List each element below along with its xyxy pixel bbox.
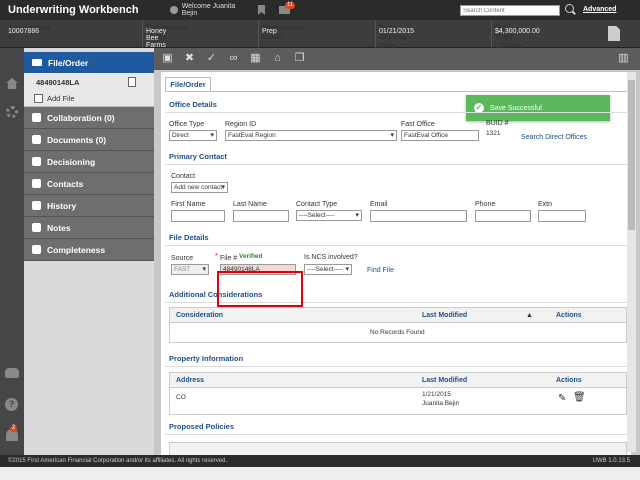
shield-check-icon[interactable]: ✓ [206,53,217,64]
office-details-heading: Office Details [169,100,217,109]
save-successful-toast: ✓ Save Successful [466,95,610,121]
gavel-icon [32,157,41,166]
policies-table [169,442,627,455]
phone-input[interactable] [475,210,531,222]
welcome-user[interactable]: Welcome Juanita Bejin [170,3,250,17]
footer: ©2015 First American Financial Corporati… [0,455,640,467]
folder-icon [32,59,42,66]
buid-value: 1321 [486,130,501,137]
link-icon[interactable]: ∞ [228,53,239,64]
trash-icon[interactable]: 🗑 [573,392,586,403]
no-records-text: No Records Found [370,329,425,336]
transaction-header: Transaction ID 10007886 Transaction Name… [0,20,640,50]
sidebar-item-contacts[interactable]: Contacts [24,173,154,195]
left-rail: ? 2 [0,48,24,455]
contacts-icon [32,179,41,188]
first-name-input[interactable] [171,210,225,222]
save-icon[interactable]: ▣ [162,53,173,64]
gear-icon[interactable] [6,106,18,118]
search-icon[interactable] [565,4,574,13]
pencil-icon[interactable]: ✎ [558,393,566,404]
sidebar-item-completeness[interactable]: Completeness [24,239,154,261]
primary-contact-heading: Primary Contact [169,152,227,161]
region-id-select[interactable]: FastEval Region [225,130,397,141]
calculator-icon[interactable]: ▦ [250,53,261,64]
considerations-table: Consideration Last Modified ▲ Actions No… [169,307,627,343]
file-number-highlight [217,271,303,307]
file-details-heading: File Details [169,233,209,242]
office-type-select[interactable]: Direct [169,130,217,141]
source-select[interactable]: FAST [171,264,209,275]
sort-ascending-icon[interactable]: ▲ [526,312,533,319]
sidebar-item-notes[interactable]: Notes [24,217,154,239]
scroll-thumb[interactable] [628,80,635,230]
building-icon[interactable]: ⌂ [272,53,283,64]
ncs-involved-select[interactable]: ----Select---- [304,264,352,275]
paperclip-icon [32,135,41,144]
tab-file-order[interactable]: File/Order [165,77,211,92]
file-order-panel: File/Order ✓ Save Successful Office Deta… [161,72,631,455]
add-file-icon [34,94,43,103]
sidebar-item-file-order[interactable]: File/Order [24,52,154,73]
last-name-input[interactable] [233,210,289,222]
pencil-icon [32,223,41,232]
property-table: Address Last Modified Actions CO 1/21/20… [169,372,627,415]
sidebar-item-decisioning[interactable]: Decisioning [24,151,154,173]
find-file-link[interactable]: Find File [367,267,394,274]
sidebar-item-history[interactable]: History [24,195,154,217]
proposed-policies-heading: Proposed Policies [169,422,235,431]
app-title: Underwriting Workbench [8,4,139,16]
collaboration-icon [32,113,41,122]
home-icon[interactable] [6,78,18,89]
toolbar: ▣ ✖ ✓ ∞ ▦ ⌂ ❐ ▥ [154,48,640,70]
trash-icon[interactable]: ▥ [618,53,629,64]
close-icon[interactable]: ✖ [184,53,195,64]
scrollbar[interactable] [627,72,636,452]
add-file-button[interactable]: Add File [24,91,154,107]
sidebar-item-documents[interactable]: Documents (0) [24,129,154,151]
pdf-icon[interactable] [128,77,136,87]
verified-label: Verified [239,253,263,260]
copyright-text: ©2015 First American Financial Corporati… [8,458,228,464]
user-icon [170,6,178,14]
fast-office-field[interactable]: FastEval Office [401,130,479,141]
contact-select[interactable]: Add new contact [171,182,228,193]
main-content: ▣ ✖ ✓ ∞ ▦ ⌂ ❐ ▥ File/Order ✓ Save Succes… [154,48,640,455]
side-nav: File/Order 48490148LA Add File Collabora… [24,48,154,455]
welcome-text: Welcome Juanita Bejin [181,3,236,17]
property-information-heading: Property Information [169,354,244,363]
email-input[interactable] [370,210,467,222]
bottom-strip [0,467,640,480]
phone-icon[interactable] [5,368,19,378]
clock-icon [32,201,41,210]
sidebar-item-collaboration[interactable]: Collaboration (0) [24,107,154,129]
advanced-search-link[interactable]: Advanced [583,6,616,13]
file-number-item[interactable]: 48490148LA [24,73,154,91]
help-icon[interactable]: ? [5,398,18,411]
version-text: UWB 1.0.13.5 [592,458,630,464]
contact-type-select[interactable]: ----Select---- [296,210,362,221]
mail-count-badge: 11 [285,2,296,9]
document-export-icon[interactable] [608,26,620,41]
extn-input[interactable] [538,210,586,222]
checklist-icon [32,245,41,254]
search-direct-offices-link[interactable]: Search Direct Offices [521,134,587,141]
search-input[interactable] [460,5,560,16]
table-row: CO 1/21/2015 Juanita Bejin ✎ 🗑 [176,391,586,407]
copy-icon[interactable]: ❐ [294,53,305,64]
